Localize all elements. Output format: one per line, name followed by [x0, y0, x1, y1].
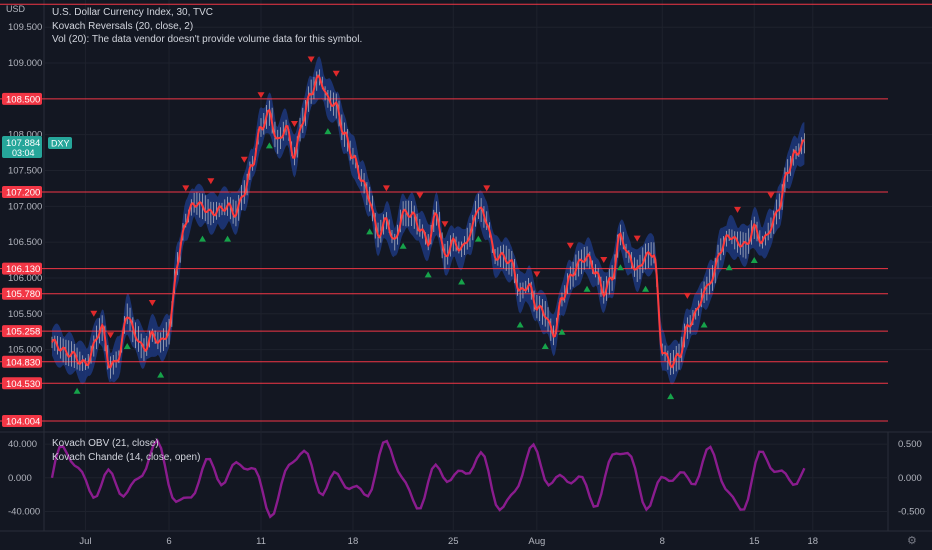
level-label: 104.830 — [6, 357, 40, 368]
lower-right-tick: 0.000 — [898, 473, 922, 484]
level-label: 108.500 — [6, 94, 40, 105]
legend-indicator: Kovach Reversals (20, close, 2) — [52, 20, 194, 32]
price-tick-label: 109.000 — [8, 58, 42, 69]
lower-right-tick: 0.500 — [898, 439, 922, 450]
time-tick-label: 18 — [348, 536, 359, 547]
symbol-badge-label: DXY — [51, 138, 70, 148]
lower-left-tick: 40.000 — [8, 439, 37, 450]
price-tick-label: 105.500 — [8, 309, 42, 320]
lower-legend: Kovach OBV (21, close) Kovach Chande (14… — [52, 437, 200, 464]
price-tick-label: 107.000 — [8, 201, 42, 212]
level-label: 104.530 — [6, 379, 40, 390]
time-tick-label: Aug — [528, 536, 545, 547]
time-tick-label: 15 — [749, 536, 760, 547]
gear-icon[interactable]: ⚙ — [907, 534, 917, 547]
lower-left-tick: -40.000 — [8, 506, 40, 517]
legend-volume: Vol (20): The data vendor doesn't provid… — [52, 34, 363, 45]
level-label: 105.258 — [6, 327, 40, 338]
time-tick-label: Jul — [79, 536, 91, 547]
price-badge-countdown: 03:04 — [12, 148, 35, 158]
chart-canvas[interactable]: 108.500107.200106.130105.780105.258104.8… — [0, 0, 932, 550]
time-tick-label: 18 — [807, 536, 818, 547]
lower-right-tick: -0.500 — [898, 506, 925, 517]
main-legend: U.S. Dollar Currency Index, 30, TVC Kova… — [52, 6, 362, 47]
price-tick-label: 106.500 — [8, 237, 42, 248]
level-label: 107.200 — [6, 188, 40, 199]
time-tick-label: 6 — [166, 536, 171, 547]
lower-left-tick: 0.000 — [8, 473, 32, 484]
price-tick-label: 106.000 — [8, 273, 42, 284]
level-label: 104.004 — [6, 416, 40, 427]
currency-label: USD — [6, 4, 26, 14]
price-tick-label: 107.500 — [8, 166, 42, 177]
price-tick-label: 109.500 — [8, 22, 42, 33]
legend-title: U.S. Dollar Currency Index, 30, TVC — [52, 7, 213, 18]
time-tick-label: 25 — [448, 536, 459, 547]
level-label: 105.780 — [6, 289, 40, 300]
time-tick-label: 8 — [660, 536, 665, 547]
obv-legend: Kovach OBV (21, close) — [52, 438, 159, 449]
chande-legend: Kovach Chande (14, close, open) — [52, 451, 201, 463]
price-tick-label: 105.000 — [8, 345, 42, 356]
time-tick-label: 11 — [256, 536, 266, 547]
